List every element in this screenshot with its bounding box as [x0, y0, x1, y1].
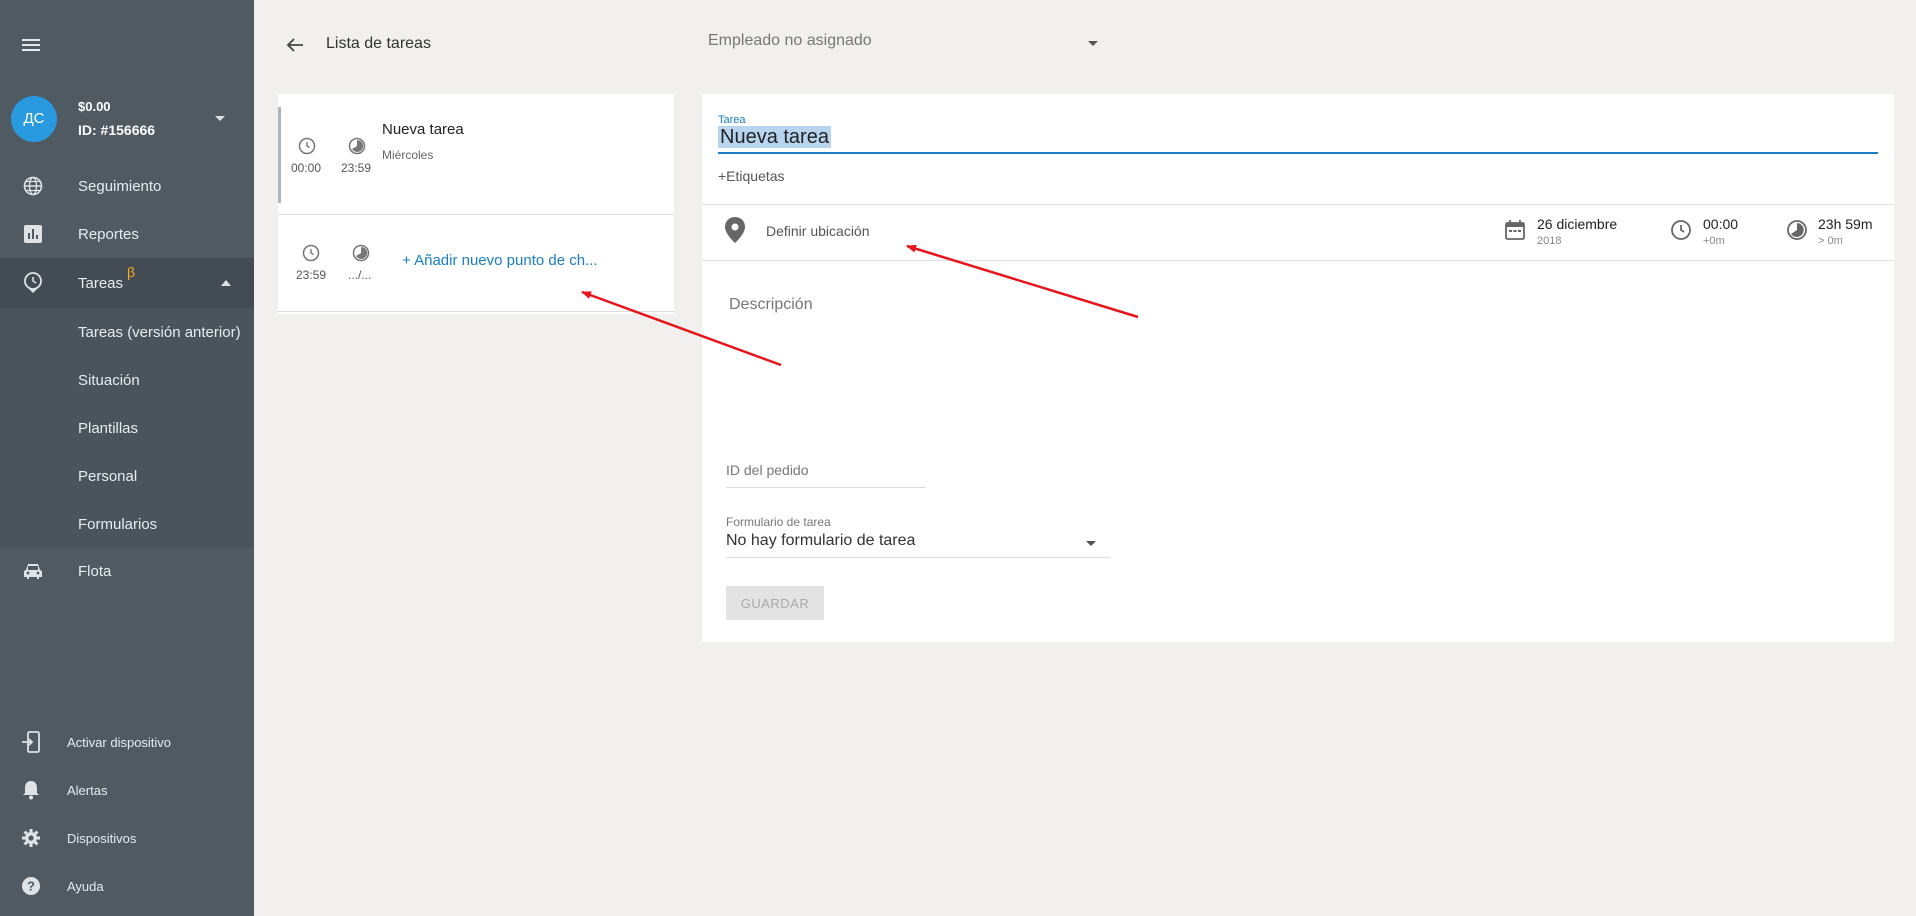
- annotation-arrows: [581, 244, 1139, 367]
- annotation-arrow: [906, 244, 1139, 319]
- annotation-arrow: [581, 290, 782, 367]
